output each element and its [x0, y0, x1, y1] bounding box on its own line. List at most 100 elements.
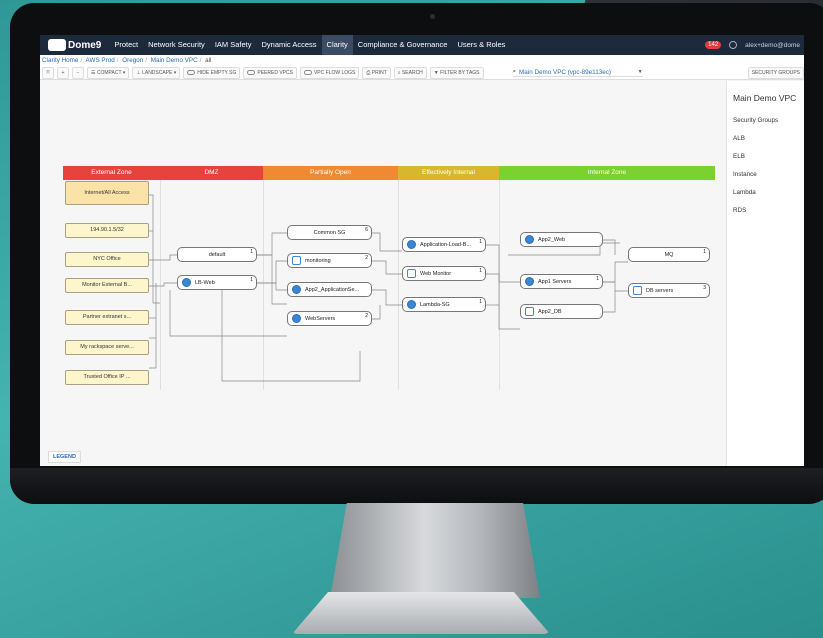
- node-app2-web[interactable]: App2_Web: [520, 232, 603, 247]
- toggle-icon: [303, 69, 312, 75]
- side-panel-security-groups[interactable]: Security Groups: [733, 117, 798, 124]
- hide-empty-sg-toggle[interactable]: HIDE EMPTY SG: [183, 66, 241, 79]
- globe-icon: [407, 300, 416, 309]
- globe-icon: [292, 314, 301, 323]
- node-count: 1: [596, 276, 599, 282]
- filter-by-tags-button[interactable]: ▼ FILTER BY TAGS: [429, 66, 484, 79]
- nav-clarity[interactable]: Clarity: [321, 35, 353, 55]
- print-button[interactable]: ⎙ PRINT: [362, 66, 391, 79]
- nav-compliance-governance[interactable]: Compliance & Governance: [353, 35, 453, 55]
- legend-button[interactable]: LEGEND: [48, 451, 81, 463]
- node-count: 6: [365, 227, 368, 233]
- node-count: 1: [250, 277, 253, 283]
- node-webservers[interactable]: WebServers 2: [287, 311, 372, 326]
- node-mq[interactable]: MQ 1: [628, 247, 710, 262]
- compact-button[interactable]: ☰ COMPACT ▾: [87, 66, 130, 79]
- node-label: monitoring: [305, 257, 331, 264]
- breadcrumb-oregon[interactable]: Oregon: [122, 57, 143, 64]
- node-count: 2: [365, 313, 368, 319]
- node-db-servers[interactable]: DB servers 3: [628, 283, 710, 298]
- globe-icon: [525, 277, 534, 286]
- node-app1-servers[interactable]: App1 Servers 1: [520, 274, 603, 289]
- node-lb-web[interactable]: LB-Web 1: [177, 275, 257, 290]
- node-application-load-balancer[interactable]: Application-Load-B... 1: [402, 237, 486, 252]
- node-count: 1: [250, 249, 253, 255]
- search-icon: ⌕: [512, 68, 517, 75]
- globe-icon: [525, 235, 534, 244]
- top-navigation: Dome9 Protect Network Security IAM Safet…: [40, 35, 804, 55]
- node-label: MQ: [664, 251, 674, 258]
- side-panel-alb[interactable]: ALB: [733, 135, 798, 142]
- nav-protect[interactable]: Protect: [109, 35, 143, 55]
- dome9-logo[interactable]: Dome9: [48, 39, 101, 51]
- breadcrumb: Clarity Home / AWS Prod / Oregon / Main Dem…: [40, 55, 804, 66]
- breadcrumb-aws-prod[interactable]: AWS Prod: [86, 57, 115, 64]
- nav-iam-safety[interactable]: IAM Safety: [210, 35, 257, 55]
- camera-dot: [430, 14, 435, 19]
- node-monitoring[interactable]: monitoring 2: [287, 253, 372, 268]
- vpc-flow-logs-toggle[interactable]: VPC FLOW LOGS: [299, 66, 360, 79]
- network-diagram: External Zone DMZ Partially Open Effecti…: [40, 81, 726, 451]
- nav-network-security[interactable]: Network Security: [143, 35, 210, 55]
- user-icon[interactable]: [729, 41, 738, 49]
- node-label: App2_Web: [538, 236, 566, 243]
- globe-icon: [292, 285, 301, 294]
- nav-dynamic-access[interactable]: Dynamic Access: [257, 35, 322, 55]
- app-screen: Dome9 Protect Network Security IAM Safet…: [40, 35, 804, 466]
- node-label: App2_ApplicationSe...: [305, 286, 360, 293]
- node-label: Web Monitor: [420, 270, 452, 277]
- source-monitor-external[interactable]: Monitor External B...: [65, 278, 149, 293]
- side-panel-instance[interactable]: Instance: [733, 171, 798, 178]
- node-label: DB servers: [646, 287, 674, 294]
- monitor-icon: [292, 256, 301, 265]
- source-nyc-office[interactable]: NYC Office: [65, 252, 149, 267]
- node-count: 2: [365, 255, 368, 261]
- security-groups-button[interactable]: SECURITY GROUPS: [747, 66, 804, 79]
- node-common-sg[interactable]: Common SG 6: [287, 225, 372, 240]
- node-label: App2_DB: [538, 308, 562, 315]
- load-balancer-icon: [182, 278, 191, 287]
- side-panel: Main Demo VPC Security Groups ALB ELB In…: [726, 81, 804, 466]
- side-panel-elb[interactable]: ELB: [733, 153, 798, 160]
- node-default[interactable]: default 1: [177, 247, 257, 262]
- notification-badge[interactable]: 142: [705, 41, 722, 49]
- node-lambda-sg[interactable]: Lambda-SG 1: [402, 297, 486, 312]
- chevron-down-icon: ▼: [637, 69, 643, 75]
- search-button[interactable]: ⌕ SEARCH: [393, 66, 427, 79]
- peered-vpcs-toggle[interactable]: PEERED VPCS: [243, 66, 297, 79]
- side-panel-rds[interactable]: RDS: [733, 207, 798, 214]
- source-partner-extranet[interactable]: Partner extranet s...: [65, 310, 149, 325]
- node-label: Lambda-SG: [420, 301, 450, 308]
- database-icon: [525, 307, 534, 316]
- node-app2-db[interactable]: App2_DB: [520, 304, 603, 319]
- source-my-rackspace[interactable]: My rackspace serve...: [65, 340, 149, 355]
- monitor-stand-foot: [292, 592, 550, 634]
- node-app2-application[interactable]: App2_ApplicationSe...: [287, 282, 372, 297]
- node-count: 1: [479, 268, 482, 274]
- node-label: App1 Servers: [538, 278, 572, 285]
- cloud-logo-icon: [48, 39, 66, 51]
- source-ip-address[interactable]: 194.90.1.5/32: [65, 223, 149, 238]
- user-account[interactable]: alex+demo@dome: [745, 42, 800, 49]
- source-internet-all-access[interactable]: Internet/All Access: [65, 181, 149, 205]
- breadcrumb-main-demo-vpc[interactable]: Main Demo VPC: [151, 57, 198, 64]
- node-count: 1: [479, 299, 482, 305]
- node-count: 3: [703, 285, 706, 291]
- database-icon: [633, 286, 642, 295]
- vpc-select[interactable]: ⌕ Main Demo VPC (vpc-89e113ec) ▼: [512, 68, 643, 77]
- nav-users-roles[interactable]: Users & Roles: [452, 35, 510, 55]
- nav-right: 142 alex+demo@dome: [705, 41, 804, 49]
- logo-text: Dome9: [68, 39, 102, 51]
- breadcrumb-clarity-home[interactable]: Clarity Home: [42, 57, 78, 64]
- zoom-out-icon[interactable]: −: [72, 66, 84, 79]
- node-label: Common SG: [313, 229, 346, 236]
- side-panel-lambda[interactable]: Lambda: [733, 189, 798, 196]
- fit-screen-icon[interactable]: ⤧: [42, 66, 54, 79]
- monitor-chin: [10, 468, 823, 504]
- zoom-in-icon[interactable]: +: [57, 66, 69, 79]
- globe-icon: [407, 240, 416, 249]
- landscape-button[interactable]: ⊥ LANDSCAPE ▾: [132, 66, 181, 79]
- source-trusted-office-ip[interactable]: Trusted Office IP ...: [65, 370, 149, 385]
- node-web-monitor[interactable]: Web Monitor 1: [402, 266, 486, 281]
- node-count: 1: [703, 249, 706, 255]
